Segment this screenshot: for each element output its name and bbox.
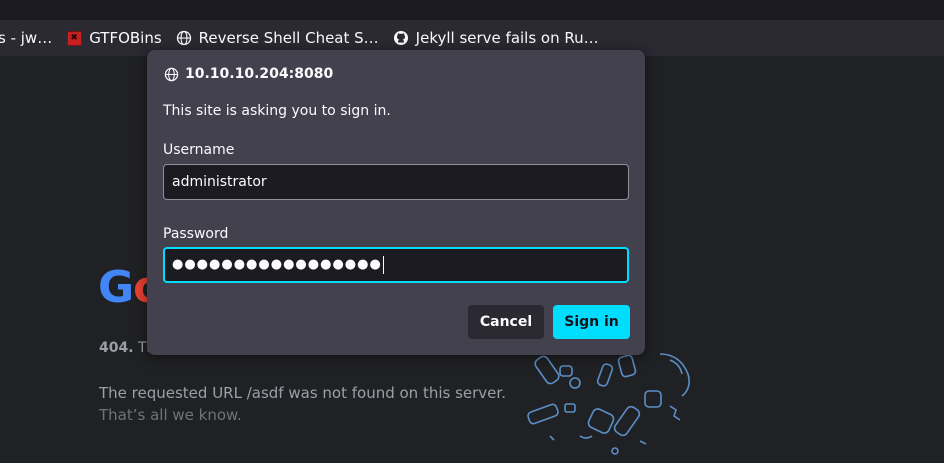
password-dots: ●●●●●●●●●●●●●●●●● <box>172 257 382 272</box>
bookmark-gtfobins[interactable]: ✖ GTFOBins <box>66 29 162 47</box>
bookmark-label: s - jw… <box>0 29 53 47</box>
username-field[interactable]: administrator <box>163 164 629 200</box>
thats-all-text: That’s all we know. <box>99 406 242 424</box>
bookmark-jw[interactable]: s - jw… <box>0 29 52 47</box>
bookmark-jekyll[interactable]: Jekyll serve fails on Ru… <box>393 29 599 47</box>
cancel-button[interactable]: Cancel <box>468 305 544 339</box>
github-icon <box>393 30 409 46</box>
bookmark-reverse-shell[interactable]: Reverse Shell Cheat S… <box>176 29 379 47</box>
bookmark-label: GTFOBins <box>89 29 162 47</box>
password-label: Password <box>163 226 229 242</box>
username-label: Username <box>163 142 235 158</box>
gtfobins-icon: ✖ <box>66 30 82 46</box>
bookmark-label: Reverse Shell Cheat S… <box>198 29 379 47</box>
dialog-host: 10.10.10.204:8080 <box>163 66 333 82</box>
dialog-message: This site is asking you to sign in. <box>163 103 391 119</box>
globe-icon <box>176 30 192 46</box>
globe-icon <box>163 66 179 82</box>
bookmark-label: Jekyll serve fails on Ru… <box>415 29 599 47</box>
auth-dialog: 10.10.10.204:8080 This site is asking yo… <box>147 50 645 355</box>
password-field[interactable]: ●●●●●●●●●●●●●●●●● <box>163 247 629 283</box>
dialog-host-text: 10.10.10.204:8080 <box>185 66 334 82</box>
sign-in-button[interactable]: Sign in <box>553 305 630 339</box>
requested-url-text: The requested URL /asdf was not found on… <box>99 384 506 402</box>
window-top-strip <box>0 0 944 20</box>
text-caret <box>382 255 384 274</box>
